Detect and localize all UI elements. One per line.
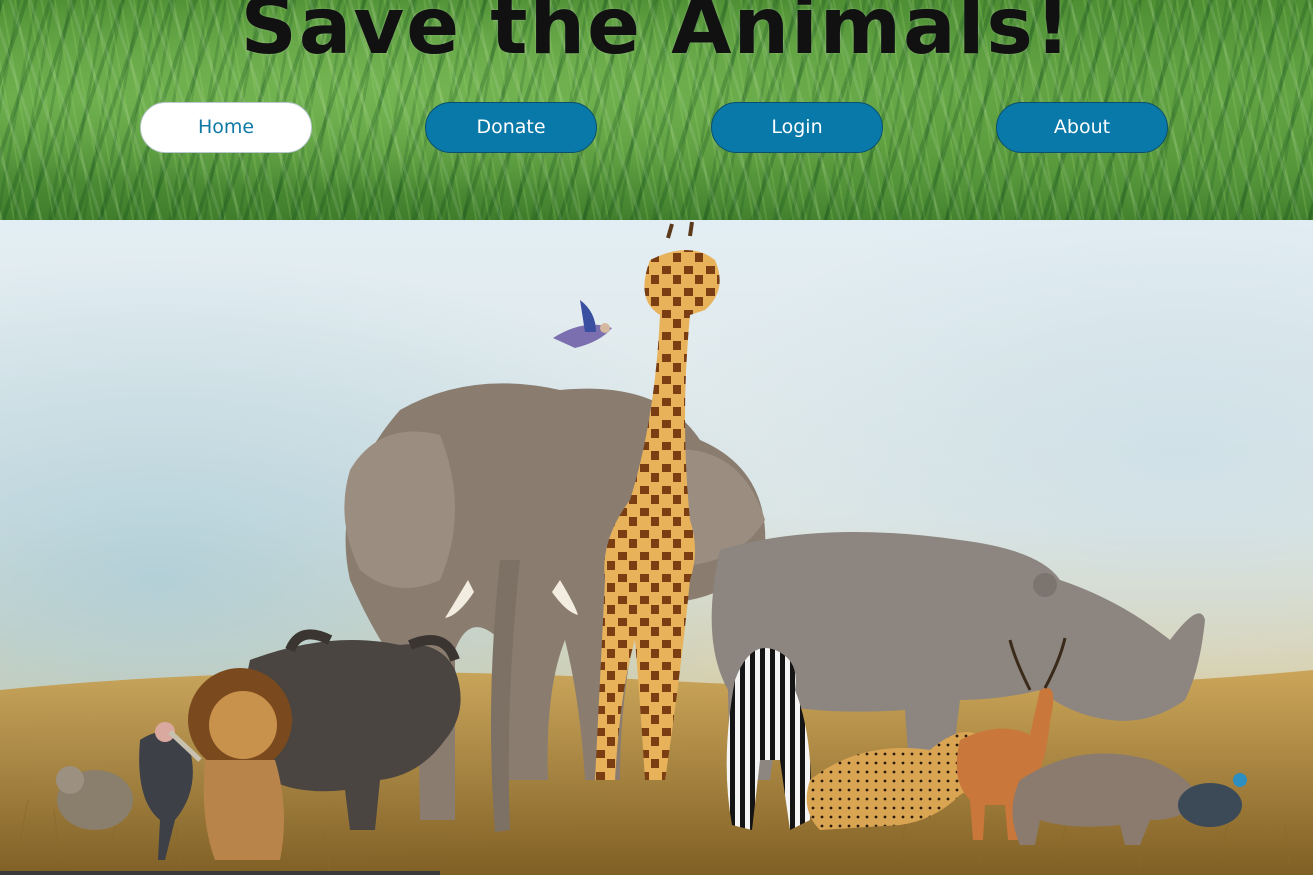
- grass-banner-header: Save the Animals! Home Donate Login Abou…: [0, 0, 1313, 220]
- nav-home-button[interactable]: Home: [140, 102, 312, 153]
- nav-donate-button[interactable]: Donate: [425, 102, 597, 153]
- page: Save the Animals! Home Donate Login Abou…: [0, 0, 1313, 875]
- hero-wildlife-image: [0, 220, 1313, 875]
- nav-login-button[interactable]: Login: [711, 102, 883, 153]
- main-nav: Home Donate Login About: [0, 102, 1313, 153]
- bottom-progress-bar: [0, 871, 440, 875]
- wildlife-illustration: [0, 220, 1313, 875]
- site-title: Save the Animals!: [240, 0, 1073, 72]
- nav-about-button[interactable]: About: [996, 102, 1168, 153]
